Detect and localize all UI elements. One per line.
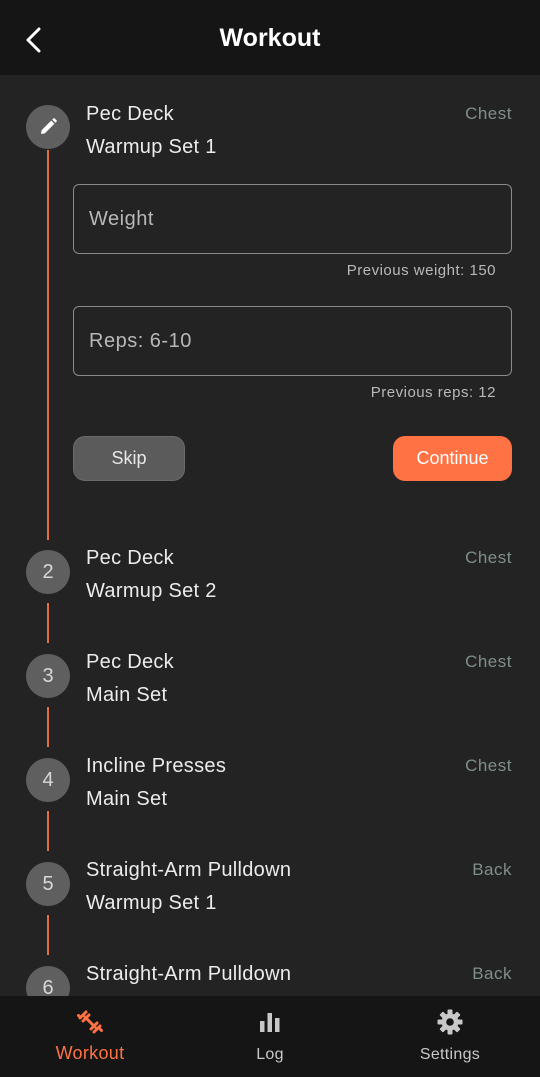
top-bar: Workout bbox=[0, 0, 540, 75]
weight-input[interactable] bbox=[74, 185, 511, 253]
page-title: Workout bbox=[219, 24, 321, 52]
weight-field[interactable] bbox=[73, 184, 512, 254]
exercise-name: Incline Presses bbox=[86, 755, 227, 777]
tab-workout[interactable]: Workout bbox=[0, 996, 180, 1077]
step-marker-4: 4 bbox=[26, 758, 70, 802]
continue-button[interactable]: Continue bbox=[393, 436, 512, 481]
timeline-connector bbox=[47, 150, 49, 540]
gear-icon bbox=[437, 1009, 463, 1035]
step-marker-5: 5 bbox=[26, 862, 70, 906]
tab-label: Log bbox=[256, 1046, 284, 1063]
bar-chart-icon bbox=[260, 1013, 280, 1032]
pencil-icon bbox=[41, 118, 57, 134]
tab-label: Workout bbox=[55, 1043, 125, 1063]
previous-weight: Previous weight: 150 bbox=[346, 262, 496, 279]
step-marker-2: 2 bbox=[26, 550, 70, 594]
reps-input[interactable] bbox=[74, 307, 511, 375]
bottom-tab-bar: Workout Log Settings bbox=[0, 996, 540, 1077]
step-marker-current bbox=[26, 105, 70, 149]
step-marker-6: 6 bbox=[26, 966, 70, 996]
set-name: Main Set bbox=[86, 788, 168, 810]
step-marker-3: 3 bbox=[26, 654, 70, 698]
reps-field[interactable] bbox=[73, 306, 512, 376]
timeline-connector bbox=[47, 707, 49, 747]
exercise-name: Pec Deck bbox=[86, 547, 174, 569]
timeline-connector bbox=[47, 603, 49, 643]
exercise-name: Pec Deck bbox=[86, 103, 174, 125]
tab-label: Settings bbox=[419, 1046, 481, 1063]
timeline-connector bbox=[47, 811, 49, 851]
workout-timeline: Pec Deck Warmup Set 1 Chest Previous wei… bbox=[0, 75, 540, 996]
muscle-group: Chest bbox=[465, 756, 512, 775]
skip-button[interactable]: Skip bbox=[73, 436, 185, 481]
tab-log[interactable]: Log bbox=[180, 996, 360, 1077]
muscle-group: Chest bbox=[465, 104, 512, 123]
exercise-name: Straight-Arm Pulldown bbox=[86, 963, 292, 985]
exercise-name: Pec Deck bbox=[86, 651, 174, 673]
set-name: Warmup Set 1 bbox=[86, 892, 217, 914]
set-name: Warmup Set 1 bbox=[86, 136, 217, 158]
timeline-connector bbox=[47, 915, 49, 955]
muscle-group: Back bbox=[472, 964, 512, 983]
muscle-group: Chest bbox=[465, 652, 512, 671]
dumbbell-icon bbox=[77, 1010, 103, 1034]
set-name: Warmup Set 2 bbox=[86, 580, 217, 602]
previous-reps: Previous reps: 12 bbox=[370, 384, 496, 401]
tab-settings[interactable]: Settings bbox=[360, 996, 540, 1077]
muscle-group: Back bbox=[472, 860, 512, 879]
muscle-group: Chest bbox=[465, 548, 512, 567]
set-name: Main Set bbox=[86, 684, 168, 706]
exercise-name: Straight-Arm Pulldown bbox=[86, 859, 292, 881]
